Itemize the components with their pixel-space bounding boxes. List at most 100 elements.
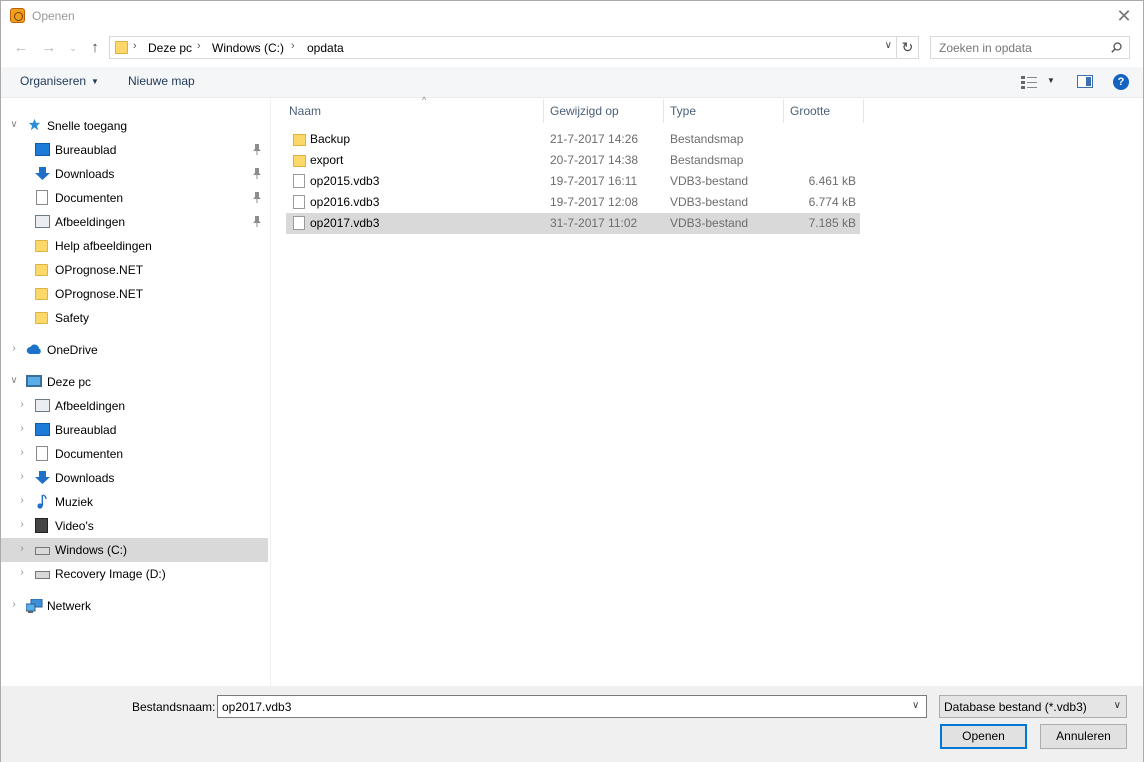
view-options-icon[interactable]: [1021, 75, 1037, 89]
nav-item-bureaublad[interactable]: Bureaublad: [1, 138, 268, 162]
nav-item-pc-downloads[interactable]: › Downloads: [1, 466, 268, 490]
file-size: 7.185 kB: [808, 216, 856, 230]
breadcrumb-opdata[interactable]: opdata: [307, 41, 344, 55]
back-arrow-icon[interactable]: ←: [11, 38, 31, 58]
new-folder-button[interactable]: Nieuwe map: [128, 74, 195, 88]
column-header-size[interactable]: Grootte: [784, 99, 862, 123]
navigation-pane: ∨ Snelle toegang Bureaublad Downloads Do…: [1, 99, 270, 686]
chevron-right-icon[interactable]: ›: [17, 519, 27, 530]
chevron-right-icon[interactable]: ›: [17, 399, 27, 410]
file-type: VDB3-bestand: [670, 174, 749, 188]
chevron-down-icon[interactable]: ∨: [885, 40, 892, 51]
folder-icon: [35, 240, 48, 252]
file-size: 6.461 kB: [808, 174, 856, 188]
folder-icon: [293, 134, 306, 146]
breadcrumb-windows-c[interactable]: Windows (C:): [212, 41, 284, 55]
pin-icon[interactable]: [252, 143, 262, 155]
chevron-right-icon[interactable]: ›: [9, 599, 19, 610]
nav-item-safety[interactable]: Safety: [1, 306, 268, 330]
caret-down-icon[interactable]: ▼: [1047, 76, 1055, 85]
cancel-button[interactable]: Annuleren: [1040, 724, 1127, 749]
filetype-select[interactable]: Database bestand (*.vdb3) ∨: [939, 695, 1127, 718]
file-type: VDB3-bestand: [670, 216, 749, 230]
chevron-down-icon[interactable]: ∨: [912, 700, 919, 711]
nav-item-oprognose-2[interactable]: OPrognose.NET: [1, 282, 268, 306]
nav-item-quick-access[interactable]: ∨ Snelle toegang: [1, 114, 268, 138]
chevron-down-icon[interactable]: ∨: [9, 119, 19, 130]
column-header-type[interactable]: Type: [664, 99, 782, 123]
file-row-op2015[interactable]: op2015.vdb3 19-7-2017 16:11 VDB3-bestand…: [286, 171, 860, 192]
file-type: VDB3-bestand: [670, 195, 749, 209]
chevron-down-icon: ∨: [1113, 700, 1121, 711]
forward-arrow-icon[interactable]: →: [39, 38, 59, 58]
sort-ascending-icon: ^: [422, 95, 427, 105]
filetype-value: Database bestand (*.vdb3): [944, 700, 1087, 714]
chevron-right-icon[interactable]: ›: [17, 423, 27, 434]
chevron-down-icon[interactable]: ∨: [9, 375, 19, 386]
search-input[interactable]: Zoeken in opdata: [930, 36, 1130, 59]
address-bar[interactable]: › Deze pc › Windows (C:) › opdata ∨: [109, 36, 897, 59]
chevron-right-icon[interactable]: ›: [9, 343, 19, 354]
organize-button[interactable]: Organiseren ▼: [20, 74, 99, 88]
nav-item-netwerk[interactable]: › Netwerk: [1, 594, 268, 618]
column-header-name[interactable]: Naam ^: [283, 95, 543, 123]
pin-icon[interactable]: [252, 215, 262, 227]
nav-item-onedrive[interactable]: › OneDrive: [1, 338, 268, 362]
open-file-dialog: Openen ✕ ← → ⌄ ↑ › Deze pc › Windows (C:…: [0, 0, 1144, 762]
file-row-export[interactable]: export 20-7-2017 14:38 Bestandsmap: [286, 150, 860, 171]
column-header-modified[interactable]: Gewijzigd op: [544, 99, 662, 123]
preview-pane-icon[interactable]: [1077, 75, 1093, 88]
nav-item-label: Deze pc: [47, 375, 92, 389]
column-header-label: Gewijzigd op: [550, 104, 619, 118]
breadcrumb-deze-pc[interactable]: Deze pc: [148, 41, 192, 55]
search-icon[interactable]: [1111, 42, 1122, 53]
recent-locations-chevron-icon[interactable]: ⌄: [63, 38, 83, 58]
download-icon: [35, 167, 50, 180]
help-icon[interactable]: ?: [1113, 74, 1129, 90]
nav-item-pc-documenten[interactable]: › Documenten: [1, 442, 268, 466]
file-icon: [293, 216, 305, 230]
refresh-icon[interactable]: ↻: [897, 36, 919, 59]
close-icon[interactable]: ✕: [1113, 5, 1135, 27]
nav-item-help-afbeeldingen[interactable]: Help afbeeldingen: [1, 234, 268, 258]
chevron-right-icon[interactable]: ›: [17, 567, 27, 578]
nav-item-pc-windows-c[interactable]: › Windows (C:): [1, 538, 268, 562]
nav-item-documenten[interactable]: Documenten: [1, 186, 268, 210]
file-row-op2016[interactable]: op2016.vdb3 19-7-2017 12:08 VDB3-bestand…: [286, 192, 860, 213]
file-name: export: [310, 153, 344, 167]
download-icon: [35, 471, 50, 484]
pin-icon[interactable]: [252, 191, 262, 203]
chevron-right-icon[interactable]: ›: [17, 495, 27, 506]
pin-icon[interactable]: [252, 167, 262, 179]
nav-item-afbeeldingen[interactable]: Afbeeldingen: [1, 210, 268, 234]
open-button[interactable]: Openen: [940, 724, 1027, 749]
nav-item-label: Netwerk: [47, 599, 92, 613]
nav-item-pc-muziek[interactable]: › Muziek: [1, 490, 268, 514]
nav-item-label: Recovery Image (D:): [55, 567, 166, 581]
file-row-op2017[interactable]: op2017.vdb3 31-7-2017 11:02 VDB3-bestand…: [286, 213, 860, 234]
up-arrow-icon[interactable]: ↑: [85, 38, 105, 58]
nav-item-pc-afbeeldingen[interactable]: › Afbeeldingen: [1, 394, 268, 418]
navigation-bar: ← → ⌄ ↑ › Deze pc › Windows (C:) › opdat…: [1, 34, 1143, 62]
breadcrumb-separator-icon[interactable]: ›: [197, 40, 201, 52]
breadcrumb-separator-icon[interactable]: ›: [291, 40, 295, 52]
file-size: 6.774 kB: [808, 195, 856, 209]
breadcrumb-separator-icon[interactable]: ›: [133, 40, 137, 52]
nav-item-pc-recovery-d[interactable]: › Recovery Image (D:): [1, 562, 268, 586]
chevron-right-icon[interactable]: ›: [17, 543, 27, 554]
nav-item-deze-pc[interactable]: ∨ Deze pc: [1, 370, 268, 394]
nav-item-downloads[interactable]: Downloads: [1, 162, 268, 186]
column-separator[interactable]: [863, 99, 864, 123]
nav-item-oprognose-1[interactable]: OPrognose.NET: [1, 258, 268, 282]
file-row-backup[interactable]: Backup 21-7-2017 14:26 Bestandsmap: [286, 129, 860, 150]
column-header-label: Grootte: [790, 104, 831, 118]
filename-input[interactable]: [217, 695, 927, 718]
nav-item-pc-bureaublad[interactable]: › Bureaublad: [1, 418, 268, 442]
window-title: Openen: [32, 9, 75, 23]
chevron-right-icon[interactable]: ›: [17, 447, 27, 458]
chevron-right-icon[interactable]: ›: [17, 471, 27, 482]
file-name: Backup: [310, 132, 351, 146]
nav-item-pc-videos[interactable]: › Video's: [1, 514, 268, 538]
nav-item-label: Windows (C:): [55, 543, 128, 557]
nav-item-label: Afbeeldingen: [55, 215, 126, 229]
